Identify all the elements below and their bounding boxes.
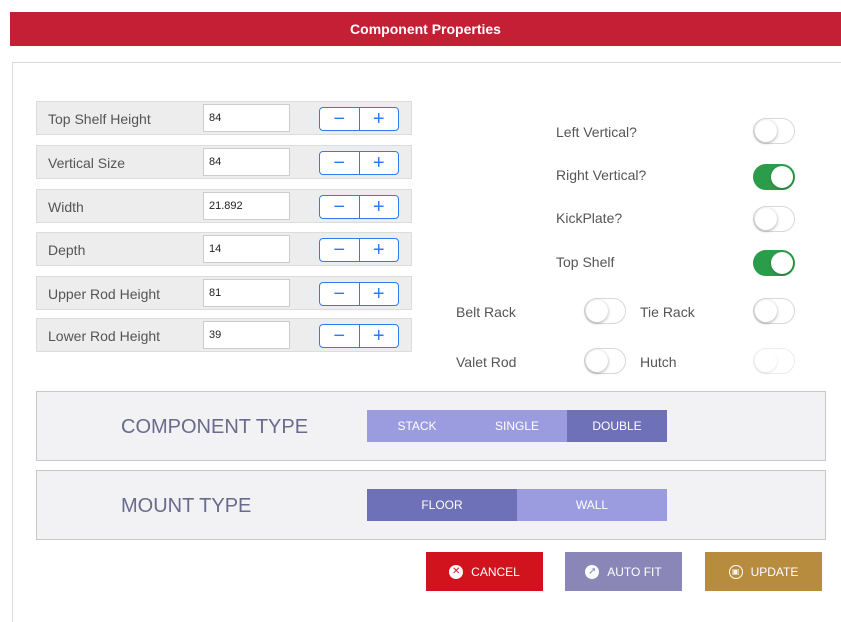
auto-fit-label: AUTO FIT xyxy=(607,564,662,579)
hutch-toggle[interactable] xyxy=(753,348,795,374)
toggle-knob xyxy=(771,166,793,188)
compass-icon: ➚ xyxy=(585,564,600,579)
close-circle-icon: ✕ xyxy=(449,564,464,579)
increment-button[interactable]: + xyxy=(360,325,399,347)
component-type-title: COMPONENT TYPE xyxy=(121,416,309,438)
depth-input[interactable]: 14 xyxy=(203,235,290,263)
field-width: Width 21.892 − + xyxy=(36,189,412,223)
increment-button[interactable]: + xyxy=(360,152,399,174)
segment-single[interactable]: SINGLE xyxy=(467,410,567,442)
field-vertical-size: Vertical Size 84 − + xyxy=(36,145,412,179)
mount-type-box: MOUNT TYPE FLOOR WALL xyxy=(36,470,826,540)
field-depth: Depth 14 − + xyxy=(36,232,412,266)
decrement-button[interactable]: − xyxy=(320,325,360,347)
field-upper-rod-height: Upper Rod Height 81 − + xyxy=(36,276,412,310)
top-shelf-toggle[interactable] xyxy=(753,250,795,276)
mount-type-segmented-control: FLOOR WALL xyxy=(367,489,667,521)
component-type-segmented-control: STACK SINGLE DOUBLE xyxy=(367,410,667,442)
component-type-box: COMPONENT TYPE STACK SINGLE DOUBLE xyxy=(36,391,826,461)
field-label: Upper Rod Height xyxy=(48,286,161,302)
kickplate-toggle[interactable] xyxy=(753,206,795,232)
kickplate-label: KickPlate? xyxy=(556,210,623,226)
toggle-knob xyxy=(755,300,777,322)
top-shelf-label: Top Shelf xyxy=(556,254,615,270)
segment-stack[interactable]: STACK xyxy=(367,410,467,442)
decrement-button[interactable]: − xyxy=(320,196,360,218)
tie-rack-label: Tie Rack xyxy=(640,304,695,320)
decrement-button[interactable]: − xyxy=(320,239,360,261)
increment-button[interactable]: + xyxy=(360,283,399,305)
toggle-knob xyxy=(755,208,777,230)
upper-rod-height-stepper: − + xyxy=(319,282,399,306)
field-lower-rod-height: Lower Rod Height 39 − + xyxy=(36,318,412,352)
vertical-size-input[interactable]: 84 xyxy=(203,148,290,176)
left-vertical-toggle[interactable] xyxy=(753,118,795,144)
right-vertical-label: Right Vertical? xyxy=(556,167,647,183)
right-vertical-toggle[interactable] xyxy=(753,164,795,190)
increment-button[interactable]: + xyxy=(360,239,399,261)
field-label: Depth xyxy=(48,242,86,258)
toggle-knob xyxy=(586,300,608,322)
belt-rack-toggle[interactable] xyxy=(584,298,626,324)
save-icon: ▣ xyxy=(728,564,743,579)
left-vertical-label: Left Vertical? xyxy=(556,124,637,140)
vertical-size-stepper: − + xyxy=(319,151,399,175)
dialog-header: Component Properties xyxy=(10,12,841,46)
dialog-title: Component Properties xyxy=(350,21,501,37)
lower-rod-height-input[interactable]: 39 xyxy=(203,321,290,349)
segment-double[interactable]: DOUBLE xyxy=(567,410,667,442)
segment-floor[interactable]: FLOOR xyxy=(367,489,517,521)
field-label: Width xyxy=(48,199,84,215)
cancel-button[interactable]: ✕ CANCEL xyxy=(426,552,543,591)
toggle-knob xyxy=(755,350,777,372)
belt-rack-label: Belt Rack xyxy=(456,304,516,320)
valet-rod-label: Valet Rod xyxy=(456,354,517,370)
width-stepper: − + xyxy=(319,195,399,219)
upper-rod-height-input[interactable]: 81 xyxy=(203,279,290,307)
segment-wall[interactable]: WALL xyxy=(517,489,667,521)
toggle-knob xyxy=(771,252,793,274)
depth-stepper: − + xyxy=(319,238,399,262)
field-label: Lower Rod Height xyxy=(48,328,161,344)
mount-type-title: MOUNT TYPE xyxy=(121,495,252,517)
update-label: UPDATE xyxy=(750,564,799,579)
tie-rack-toggle[interactable] xyxy=(753,298,795,324)
hutch-label: Hutch xyxy=(640,354,677,370)
toggle-knob xyxy=(755,120,777,142)
increment-button[interactable]: + xyxy=(360,108,399,130)
decrement-button[interactable]: − xyxy=(320,152,360,174)
update-button[interactable]: ▣ UPDATE xyxy=(705,552,822,591)
toggle-knob xyxy=(586,350,608,372)
top-shelf-height-input[interactable]: 84 xyxy=(203,104,290,132)
top-shelf-height-stepper: − + xyxy=(319,107,399,131)
decrement-button[interactable]: − xyxy=(320,108,360,130)
field-top-shelf-height: Top Shelf Height 84 − + xyxy=(36,101,412,135)
width-input[interactable]: 21.892 xyxy=(203,192,290,220)
valet-rod-toggle[interactable] xyxy=(584,348,626,374)
increment-button[interactable]: + xyxy=(360,196,399,218)
field-label: Vertical Size xyxy=(48,155,126,171)
field-label: Top Shelf Height xyxy=(48,111,151,127)
lower-rod-height-stepper: − + xyxy=(319,324,399,348)
auto-fit-button[interactable]: ➚ AUTO FIT xyxy=(565,552,682,591)
cancel-label: CANCEL xyxy=(471,564,520,579)
decrement-button[interactable]: − xyxy=(320,283,360,305)
